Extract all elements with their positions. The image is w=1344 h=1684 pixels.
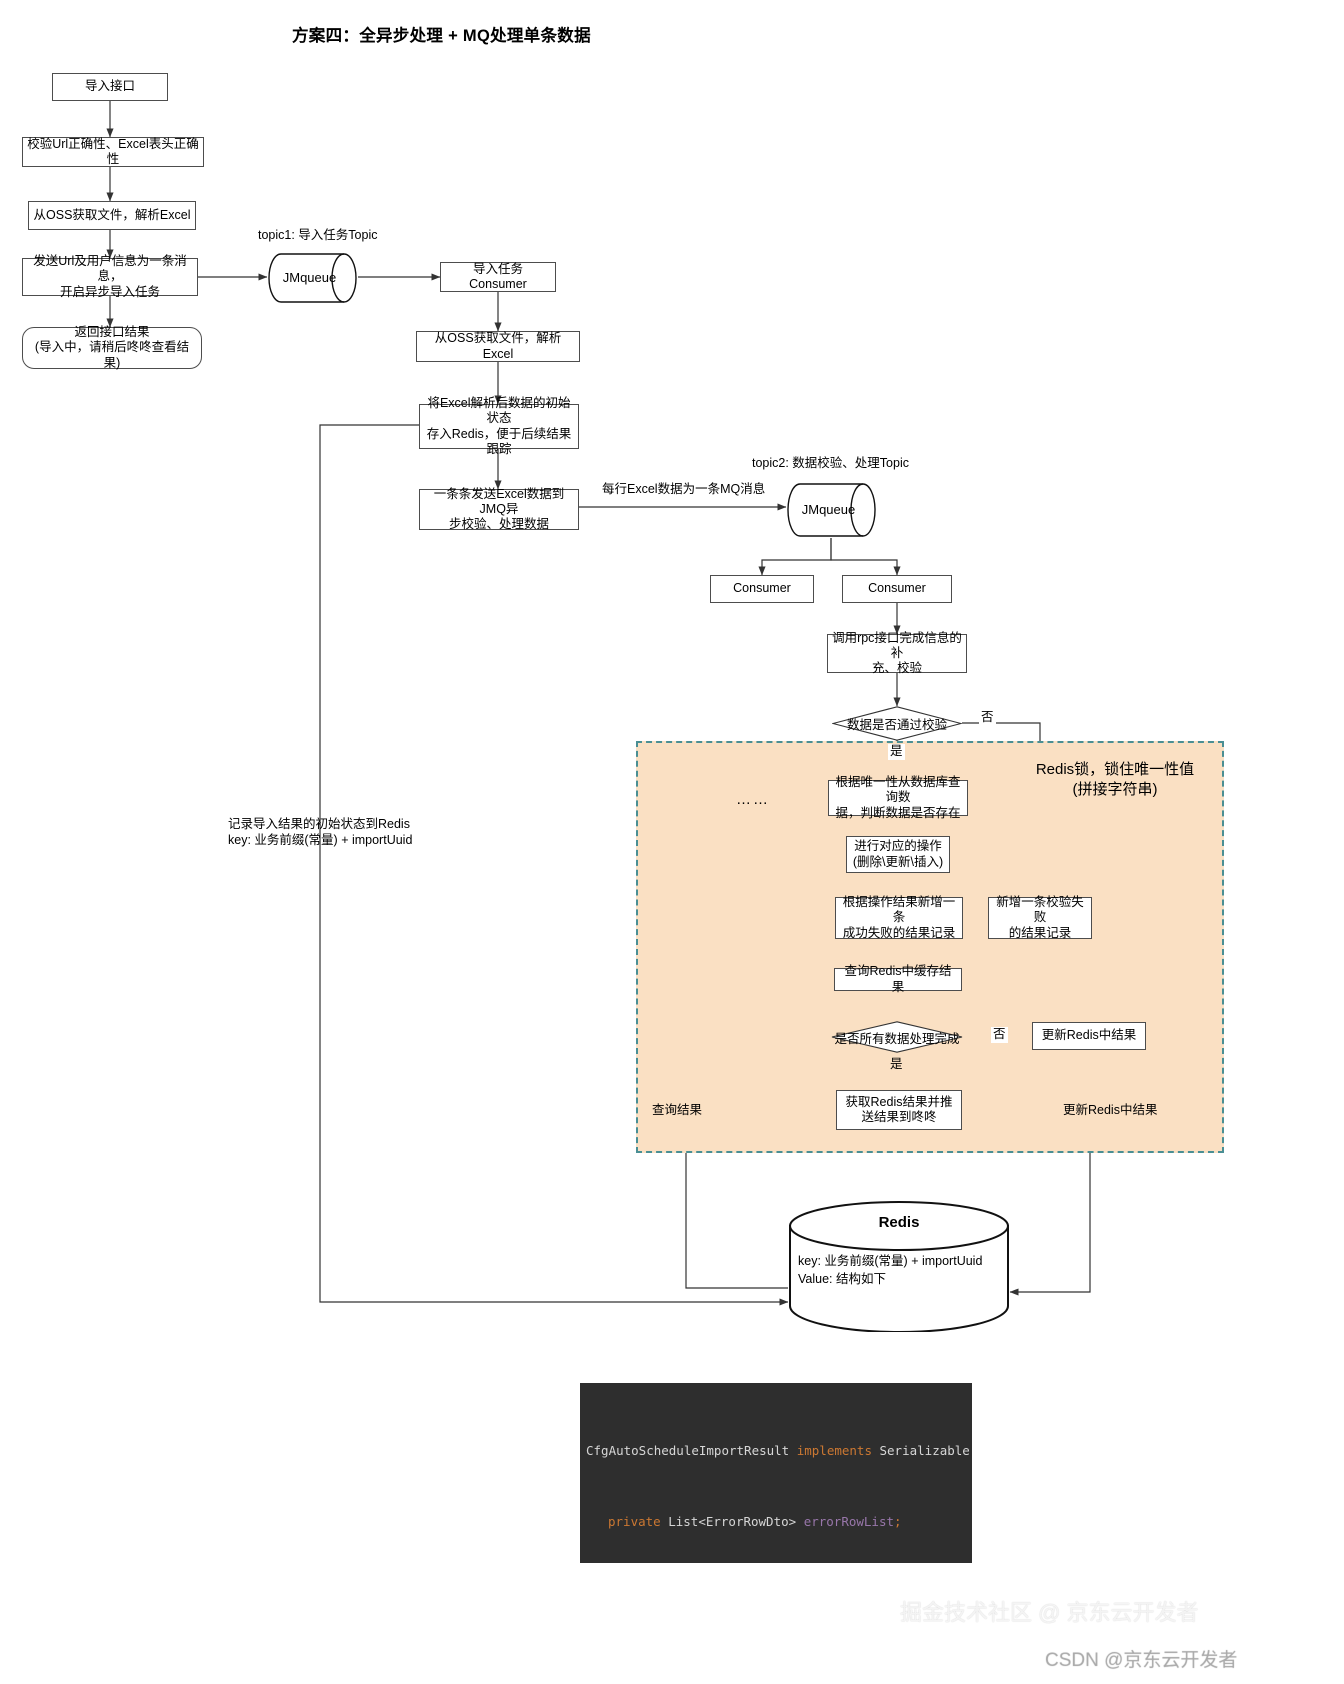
node-send-url-msg[interactable]: 发送Url及用户信息为一条消息， 开启异步导入任务 xyxy=(22,254,198,299)
edge-label-yes-2: 是 xyxy=(890,1057,903,1071)
node-do-operation[interactable]: 进行对应的操作 (删除\更新\插入) xyxy=(846,836,950,873)
jmqueue-1[interactable]: JMqueue xyxy=(267,252,358,304)
watermark-sub: CSDN @京东云开发者 xyxy=(1045,1650,1238,1671)
node-consumer-right[interactable]: Consumer xyxy=(842,575,952,603)
node-update-redis-result[interactable]: 更新Redis中结果 xyxy=(1032,1022,1146,1050)
watermark-main: 掘金技术社区 @ 京东云开发者 xyxy=(900,1600,1199,1625)
decision-all-done[interactable]: 是否所有数据处理完成 xyxy=(831,1021,963,1053)
decision-validate-label: 数据是否通过校验 xyxy=(846,718,947,732)
code-block: CfgAutoScheduleImportResult implements S… xyxy=(580,1383,972,1563)
node-get-redis-push[interactable]: 获取Redis结果并推 送结果到咚咚 xyxy=(836,1090,962,1130)
page-title: 方案四：全异步处理 + MQ处理单条数据 xyxy=(292,27,591,45)
diagram-canvas: 方案四：全异步处理 + MQ处理单条数据 Redis锁，锁住唯一性值 (拼接字符… xyxy=(0,0,1344,1684)
edge-label-query-result: 查询结果 xyxy=(652,1103,703,1117)
redis-datastore-title: Redis xyxy=(878,1214,920,1231)
node-import-api[interactable]: 导入接口 xyxy=(52,73,168,101)
redis-datastore-value: Value: 结构如下 xyxy=(798,1272,886,1286)
node-add-fail-record[interactable]: 新增一条校验失败 的结果记录 xyxy=(988,895,1092,940)
ellipsis-label: …… xyxy=(736,791,770,808)
edge-label-record-initial-state: 记录导入结果的初始状态到Redis key: 业务前缀(常量) + import… xyxy=(228,817,413,847)
topic2-label: topic2: 数据校验、处理Topic xyxy=(752,456,909,470)
redis-lock-note: Redis锁，锁住唯一性值 (拼接字符串) xyxy=(1035,761,1195,799)
code-line-2: private List<ErrorRowDto> errorRowList; xyxy=(608,1513,902,1529)
node-return-api-result[interactable]: 返回接口结果 (导入中，请稍后咚咚查看结果) xyxy=(22,325,202,370)
node-import-consumer[interactable]: 导入任务Consumer xyxy=(440,262,556,292)
node-validate-url[interactable]: 校验Url正确性、Excel表头正确性 xyxy=(22,137,204,167)
edge-label-no-1: 否 xyxy=(979,710,996,726)
redis-datastore-key: key: 业务前缀(常量) + importUuid xyxy=(798,1254,983,1268)
topic1-label: topic1: 导入任务Topic xyxy=(258,228,378,242)
code-line-1: CfgAutoScheduleImportResult implements S… xyxy=(586,1442,970,1458)
jmqueue-2[interactable]: JMqueue xyxy=(786,482,877,538)
node-fetch-oss-2[interactable]: 从OSS获取文件，解析Excel xyxy=(416,331,580,362)
node-rpc-complete[interactable]: 调用rpc接口完成信息的补 充、校验 xyxy=(827,631,967,675)
decision-validate[interactable]: 数据是否通过校验 xyxy=(832,706,962,741)
edge-label-no-2: 否 xyxy=(991,1027,1008,1043)
decision-all-done-label: 是否所有数据处理完成 xyxy=(834,1031,960,1046)
jmqueue-1-label: JMqueue xyxy=(282,270,337,285)
edge-label-update-redis-left: 更新Redis中结果 xyxy=(1063,1103,1158,1117)
node-add-result-record[interactable]: 根据操作结果新增一条 成功失败的结果记录 xyxy=(835,895,963,940)
redis-datastore[interactable]: Redis key: 业务前缀(常量) + importUuid Value: … xyxy=(788,1200,1010,1332)
node-send-rows-to-jmq[interactable]: 一条条发送Excel数据到JMQ异 步校验、处理数据 xyxy=(419,487,579,531)
jmqueue-2-label: JMqueue xyxy=(801,502,856,517)
edge-label-yes-1: 是 xyxy=(888,744,905,760)
node-store-initial-state[interactable]: 将Excel解析后数据的初始状态 存入Redis，便于后续结果跟踪 xyxy=(419,396,579,456)
node-query-redis-cache[interactable]: 查询Redis中缓存结果 xyxy=(834,964,962,994)
edge-label-each-row: 每行Excel数据为一条MQ消息 xyxy=(600,482,768,498)
node-fetch-oss-1[interactable]: 从OSS获取文件，解析Excel xyxy=(28,201,196,230)
node-consumer-left[interactable]: Consumer xyxy=(710,575,814,603)
node-query-db-unique[interactable]: 根据唯一性从数据库查询数 据，判断数据是否存在 xyxy=(828,775,968,820)
